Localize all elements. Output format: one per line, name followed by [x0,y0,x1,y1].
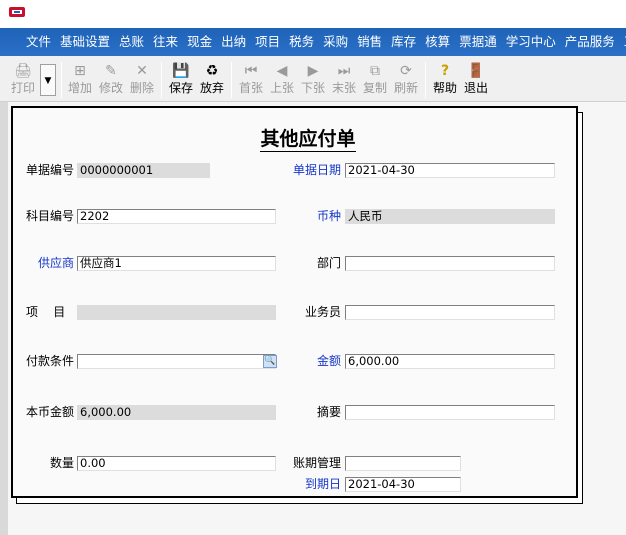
salesman-field[interactable] [345,305,555,320]
summary-field[interactable] [345,405,555,420]
edit-pencil-icon: ✎ [105,63,117,79]
next-arrow-icon: ▶ [307,63,319,79]
menu-product-service[interactable]: 产品服务 [565,28,615,56]
project-field [77,305,276,320]
menu-general-ledger[interactable]: 总账 [119,28,144,56]
print-button[interactable]: 🖨 打印 [8,62,38,98]
doc-no-label: 单据编号 [26,163,75,177]
next-record-button[interactable]: ▶ 下张 [298,62,328,98]
discard-button[interactable]: ♻ 放弃 [197,62,227,98]
account-label: 科目编号 [26,209,75,223]
save-button[interactable]: 💾 保存 [166,62,196,98]
currency-label: 币种 [317,209,342,223]
due-date-label: 到期日 [305,477,342,491]
exit-button[interactable]: 🚪 退出 [461,62,491,98]
copy-button[interactable]: ⧉ 复制 [360,62,390,98]
menu-basic-settings[interactable]: 基础设置 [60,28,110,56]
toolbar-separator [425,62,426,98]
period-mgmt-field[interactable] [345,456,461,471]
menu-purchase[interactable]: 采购 [323,28,348,56]
local-amount-field: 6,000.00 [77,405,276,420]
doc-no-field: 0000000001 [77,163,210,178]
amount-label: 金额 [317,354,342,368]
menu-cash[interactable]: 现金 [187,28,212,56]
menu-sales[interactable]: 销售 [357,28,382,56]
dept-label: 部门 [317,256,342,270]
form-title: 其他应付单 [260,128,356,152]
left-panel-strip [0,102,8,535]
doc-date-label: 单据日期 [293,163,342,177]
chevron-down-icon: ▼ [44,76,52,86]
quantity-field[interactable]: 0.00 [77,456,276,471]
quantity-label: 数量 [50,456,75,470]
first-record-icon: ⏮ [244,63,258,79]
print-dropdown-button[interactable]: ▼ [40,64,56,96]
currency-field: 人民币 [345,209,555,224]
toolbar-separator [61,62,62,98]
trash-bin-icon: ♻ [205,63,219,79]
add-button[interactable]: ⊞ 增加 [65,62,95,98]
pay-terms-label: 付款条件 [26,354,75,368]
menu-file[interactable]: 文件 [26,28,51,56]
menu-project[interactable]: 项目 [255,28,280,56]
exit-door-icon: 🚪 [467,63,485,79]
menu-learning-center[interactable]: 学习中心 [506,28,556,56]
supplier-label: 供应商 [38,256,75,270]
toolbar-separator [161,62,162,98]
menu-bar: 文件基础设置总账往来现金出纳项目税务采购销售库存核算票据通学习中心产品服务工作 [0,28,626,56]
doc-date-field[interactable]: 2021-04-30 [345,163,555,178]
period-mgmt-label: 账期管理 [293,456,342,470]
local-amount-label: 本币金额 [26,405,75,419]
title-bar [0,0,626,28]
amount-field[interactable]: 6,000.00 [345,354,555,369]
delete-x-icon: ✕ [136,63,148,79]
toolbar: 🖨 打印 ▼ ⊞ 增加 ✎ 修改 ✕ 删除 💾 保存 ♻ 放弃 ⏮ 首张 ◀ 上… [0,56,626,102]
last-record-icon: ⏭ [337,63,351,79]
menu-receivable-payable[interactable]: 往来 [153,28,178,56]
menu-costing[interactable]: 核算 [425,28,450,56]
printer-icon: 🖨 [14,63,32,79]
menu-inventory[interactable]: 库存 [391,28,416,56]
delete-button[interactable]: ✕ 删除 [127,62,157,98]
refresh-button[interactable]: ⟳ 刷新 [391,62,421,98]
dept-field[interactable] [345,256,555,271]
due-date-field[interactable]: 2021-04-30 [345,477,461,492]
menu-tax[interactable]: 税务 [289,28,314,56]
app-logo-icon [9,7,25,17]
summary-label: 摘要 [317,405,342,419]
toolbar-separator [231,62,232,98]
last-record-button[interactable]: ⏭ 末张 [329,62,359,98]
help-button[interactable]: ? 帮助 [430,62,460,98]
edit-button[interactable]: ✎ 修改 [96,62,126,98]
pay-terms-field[interactable] [77,354,276,369]
pay-terms-lookup-icon[interactable]: 🔍 [263,355,277,368]
first-record-button[interactable]: ⏮ 首张 [236,62,266,98]
account-field[interactable]: 2202 [77,209,276,224]
salesman-label: 业务员 [305,305,342,319]
copy-icon: ⧉ [370,63,380,79]
menu-cashier[interactable]: 出纳 [221,28,246,56]
supplier-field[interactable]: 供应商1 [77,256,276,271]
menu-bill-service[interactable]: 票据通 [459,28,497,56]
project-label: 项 目 [26,305,66,319]
refresh-icon: ⟳ [400,63,412,79]
previous-arrow-icon: ◀ [276,63,288,79]
floppy-disk-icon: 💾 [172,63,190,79]
help-question-icon: ? [440,63,450,79]
add-icon: ⊞ [74,63,86,79]
previous-record-button[interactable]: ◀ 上张 [267,62,297,98]
